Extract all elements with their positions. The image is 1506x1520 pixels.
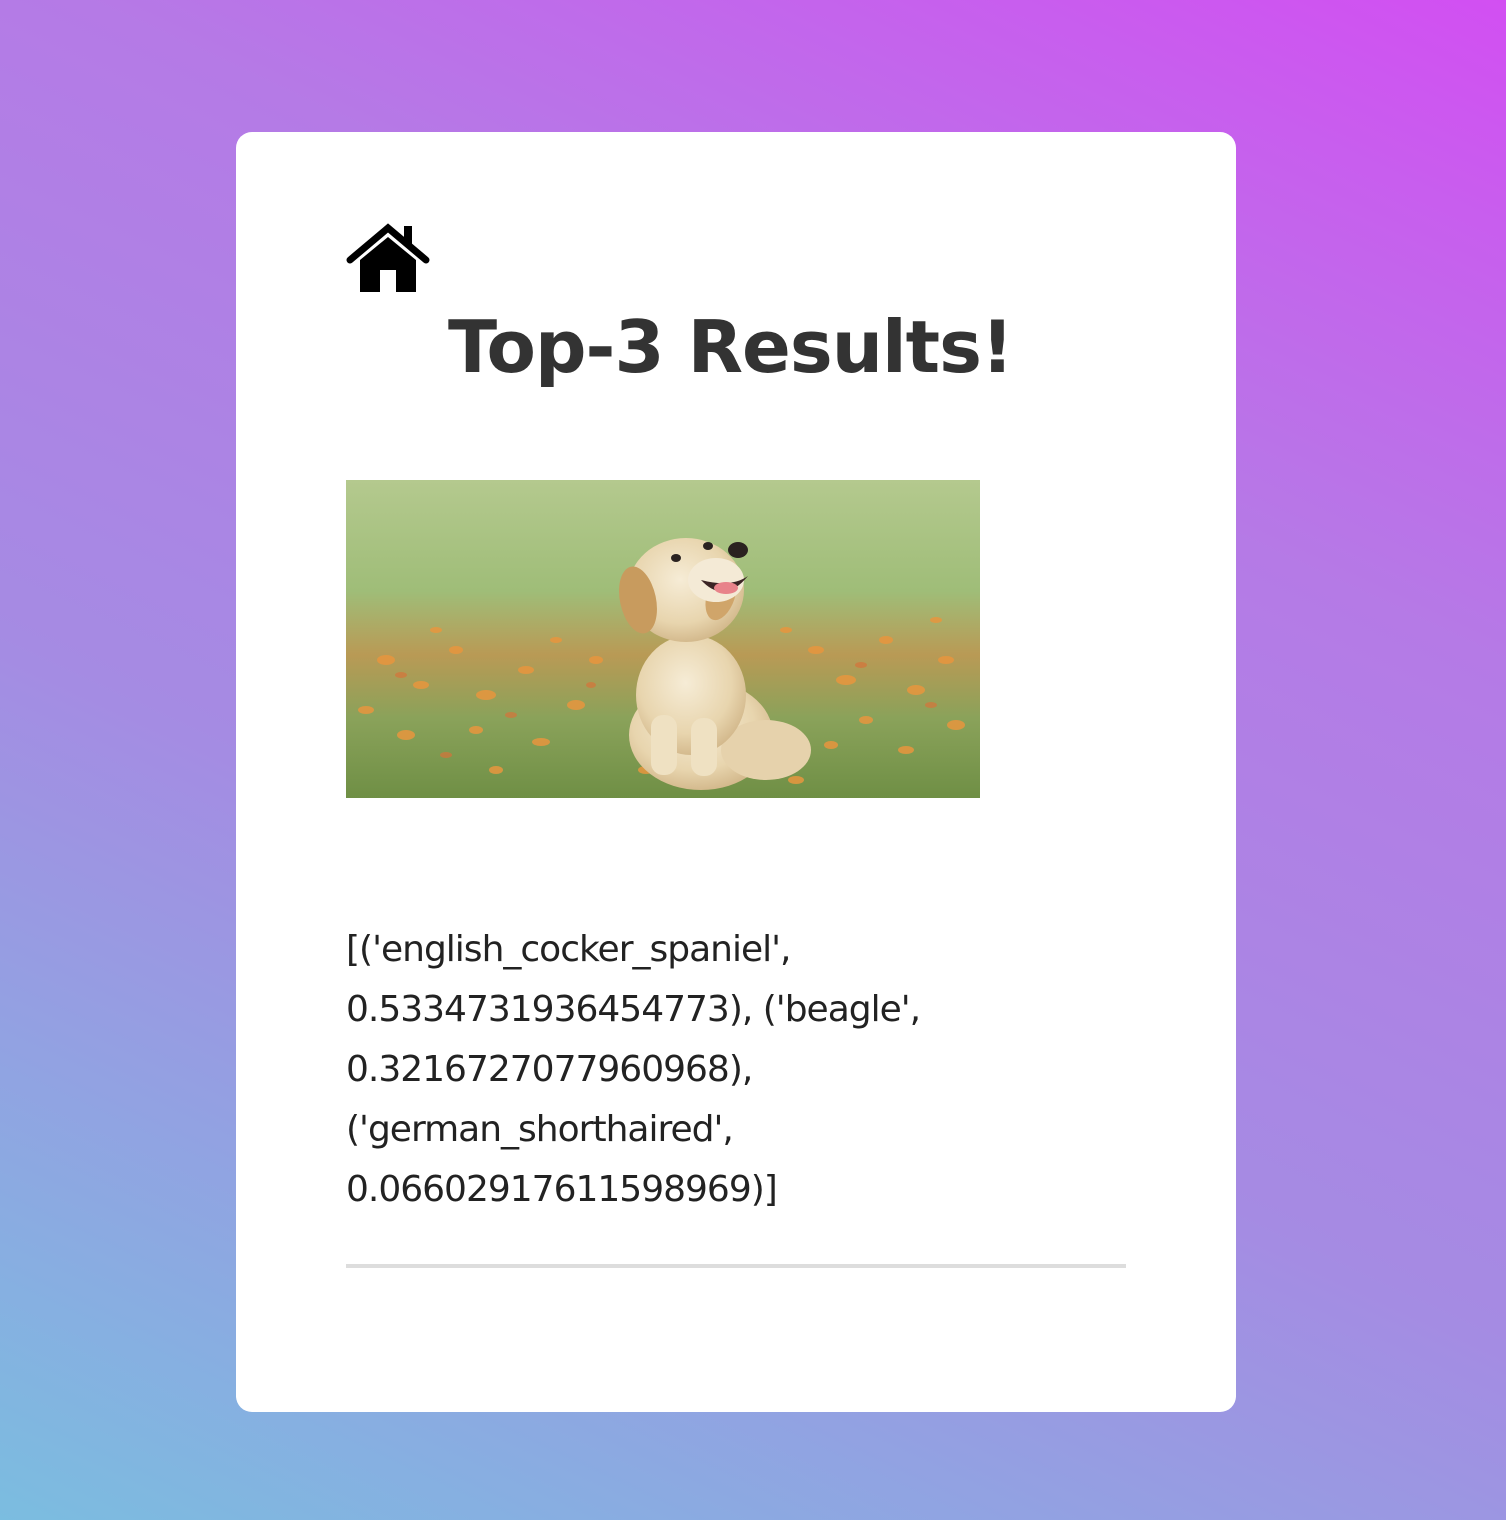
prediction-results: [('english_cocker_spaniel', 0.5334731936… <box>346 929 921 1210</box>
home-link[interactable] <box>346 222 430 294</box>
divider <box>346 1264 1126 1268</box>
page-title: Top-3 Results! <box>448 305 1014 389</box>
uploaded-dog-photo <box>346 480 980 798</box>
home-icon <box>346 223 430 292</box>
results-card: Top-3 Results! [('english_cocker_spaniel… <box>236 132 1236 1412</box>
